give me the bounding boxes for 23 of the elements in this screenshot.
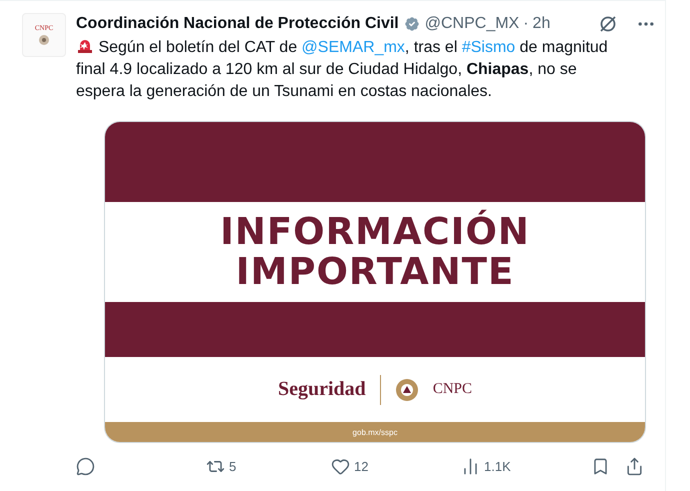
post-time[interactable]: 2h [532, 15, 550, 33]
author-handle[interactable]: @CNPC_MX [424, 15, 520, 33]
headline-text: INFORMACIÓN [220, 212, 530, 252]
cnpc-emblem-icon [394, 378, 419, 402]
tweet-text: Según el boletín del CAT de @SEMAR_mx, tras el #Sismo de magnitud final 4.9 localizado a 120 km al sur de Ciudad Hidalgo, Chiapas, no se espera la generación de un Tsunami en costas nacionales. [76, 37, 609, 102]
share-icon [625, 457, 644, 476]
headline-text: IMPORTANTE [236, 252, 514, 292]
emblem-icon [38, 34, 50, 46]
siren-icon [76, 38, 94, 54]
bookmark-icon [591, 457, 610, 476]
views-button[interactable]: 1.1K [461, 457, 591, 476]
seguridad-logo: Seguridad [278, 378, 366, 401]
footer-url: gob.mx/sspc [352, 428, 398, 436]
author-name[interactable]: Coordinación Nacional de Protección Civil [76, 15, 399, 33]
bar-chart-icon [461, 457, 480, 476]
grok-icon[interactable] [598, 14, 618, 34]
repost-button[interactable]: 5 [206, 457, 331, 476]
separator: · [523, 15, 529, 33]
reply-icon [76, 457, 95, 476]
cnpc-logo: CNPC [432, 381, 472, 398]
heart-icon [331, 457, 350, 476]
media-graphic[interactable]: INFORMACIÓN IMPORTANTE Seguridad CNPC gob.mx/sspc [104, 121, 646, 443]
like-button[interactable]: 12 [331, 457, 461, 476]
